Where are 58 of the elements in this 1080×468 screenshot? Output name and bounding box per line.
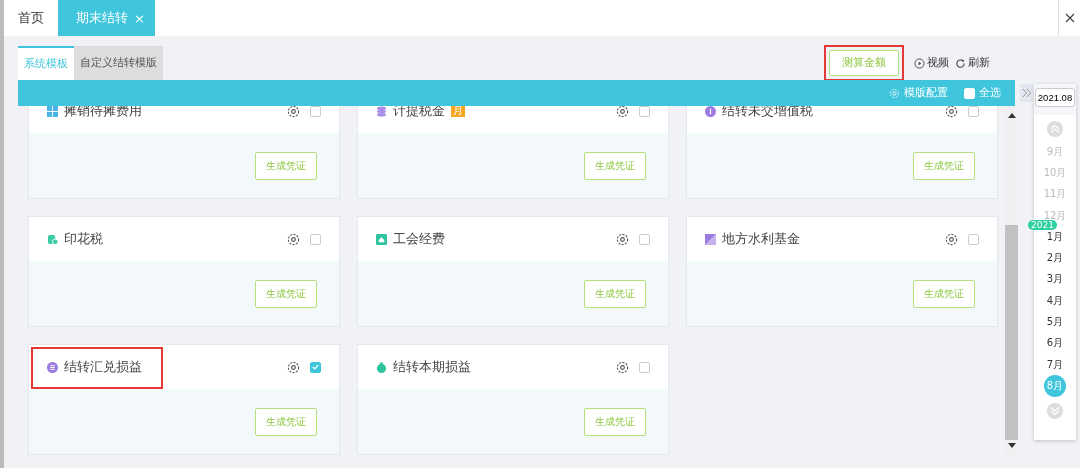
card-checkbox[interactable] xyxy=(639,361,650,373)
month-item[interactable]: 4月 xyxy=(1046,293,1064,308)
month-item[interactable]: 1月 xyxy=(1046,229,1064,244)
scrollbar[interactable] xyxy=(1005,106,1018,455)
card-title: 结转汇兑损益 xyxy=(64,358,142,376)
close-tab-button[interactable]: × xyxy=(134,10,145,26)
generate-voucher-button[interactable]: 生成凭证 xyxy=(584,407,646,436)
refresh-icon xyxy=(955,57,966,69)
year-tag: 2021 xyxy=(1028,220,1057,231)
scroll-down-icon[interactable] xyxy=(1007,443,1016,449)
settings-icon[interactable] xyxy=(945,232,958,246)
video-link[interactable]: 视频 xyxy=(914,56,949,70)
refresh-link[interactable]: 刷新 xyxy=(955,56,990,70)
card-title: 结转本期损益 xyxy=(393,358,471,376)
card-checkbox[interactable] xyxy=(968,105,979,117)
month-item[interactable]: 5月 xyxy=(1046,315,1064,329)
measure-button[interactable]: 测算金额 xyxy=(829,50,899,76)
settings-icon[interactable] xyxy=(616,232,629,246)
up-chevron-icon[interactable] xyxy=(1047,121,1063,137)
month-item[interactable]: 2月 xyxy=(1046,251,1064,266)
generate-voucher-button[interactable]: 生成凭证 xyxy=(255,151,317,180)
down-chevron-icon[interactable] xyxy=(1047,402,1063,419)
card-checkbox[interactable] xyxy=(310,105,321,117)
generate-voucher-button[interactable]: 生成凭证 xyxy=(913,151,975,180)
generate-voucher-button[interactable]: 生成凭证 xyxy=(255,407,317,436)
template-tab[interactable]: 系统模板 xyxy=(18,46,74,80)
template-config-button[interactable]: 模版配置 xyxy=(889,86,948,100)
card-checkbox[interactable] xyxy=(639,233,650,245)
card-title: 印花税 xyxy=(64,230,103,248)
generate-voucher-button[interactable]: 生成凭证 xyxy=(255,279,317,308)
month-item[interactable]: 6月 xyxy=(1046,336,1064,351)
settings-icon[interactable] xyxy=(616,104,629,118)
month-item[interactable]: 8月 xyxy=(1044,374,1066,397)
expand-icon[interactable] xyxy=(1020,84,1033,102)
select-all-checkbox[interactable]: 全选 xyxy=(964,86,1001,100)
settings-icon[interactable] xyxy=(616,360,629,374)
generate-voucher-button[interactable]: 生成凭证 xyxy=(584,151,646,180)
card-checkbox[interactable] xyxy=(310,361,321,373)
generate-voucher-button[interactable]: 生成凭证 xyxy=(584,279,646,308)
card-checkbox[interactable] xyxy=(968,233,979,245)
month-item[interactable]: 7月 xyxy=(1046,357,1064,372)
card-title: 地方水利基金 xyxy=(722,230,800,248)
page-tab[interactable]: 期末结转 × xyxy=(58,0,155,36)
month-item[interactable]: 3月 xyxy=(1046,272,1064,287)
date-field[interactable]: 2021.08 xyxy=(1035,88,1075,107)
card-title: 工会经费 xyxy=(393,230,445,248)
settings-icon[interactable] xyxy=(287,360,300,374)
play-icon xyxy=(914,57,925,69)
scroll-up-icon[interactable] xyxy=(1007,112,1016,118)
card-checkbox[interactable] xyxy=(310,233,321,245)
template-tab[interactable]: 自定义结转模版 xyxy=(74,46,163,80)
card-checkbox[interactable] xyxy=(639,105,650,117)
settings-icon[interactable] xyxy=(287,232,300,246)
page-tab[interactable]: 首页 xyxy=(4,0,58,36)
generate-voucher-button[interactable]: 生成凭证 xyxy=(913,279,975,308)
settings-icon[interactable] xyxy=(945,104,958,118)
settings-icon xyxy=(889,87,900,99)
settings-icon[interactable] xyxy=(287,104,300,118)
